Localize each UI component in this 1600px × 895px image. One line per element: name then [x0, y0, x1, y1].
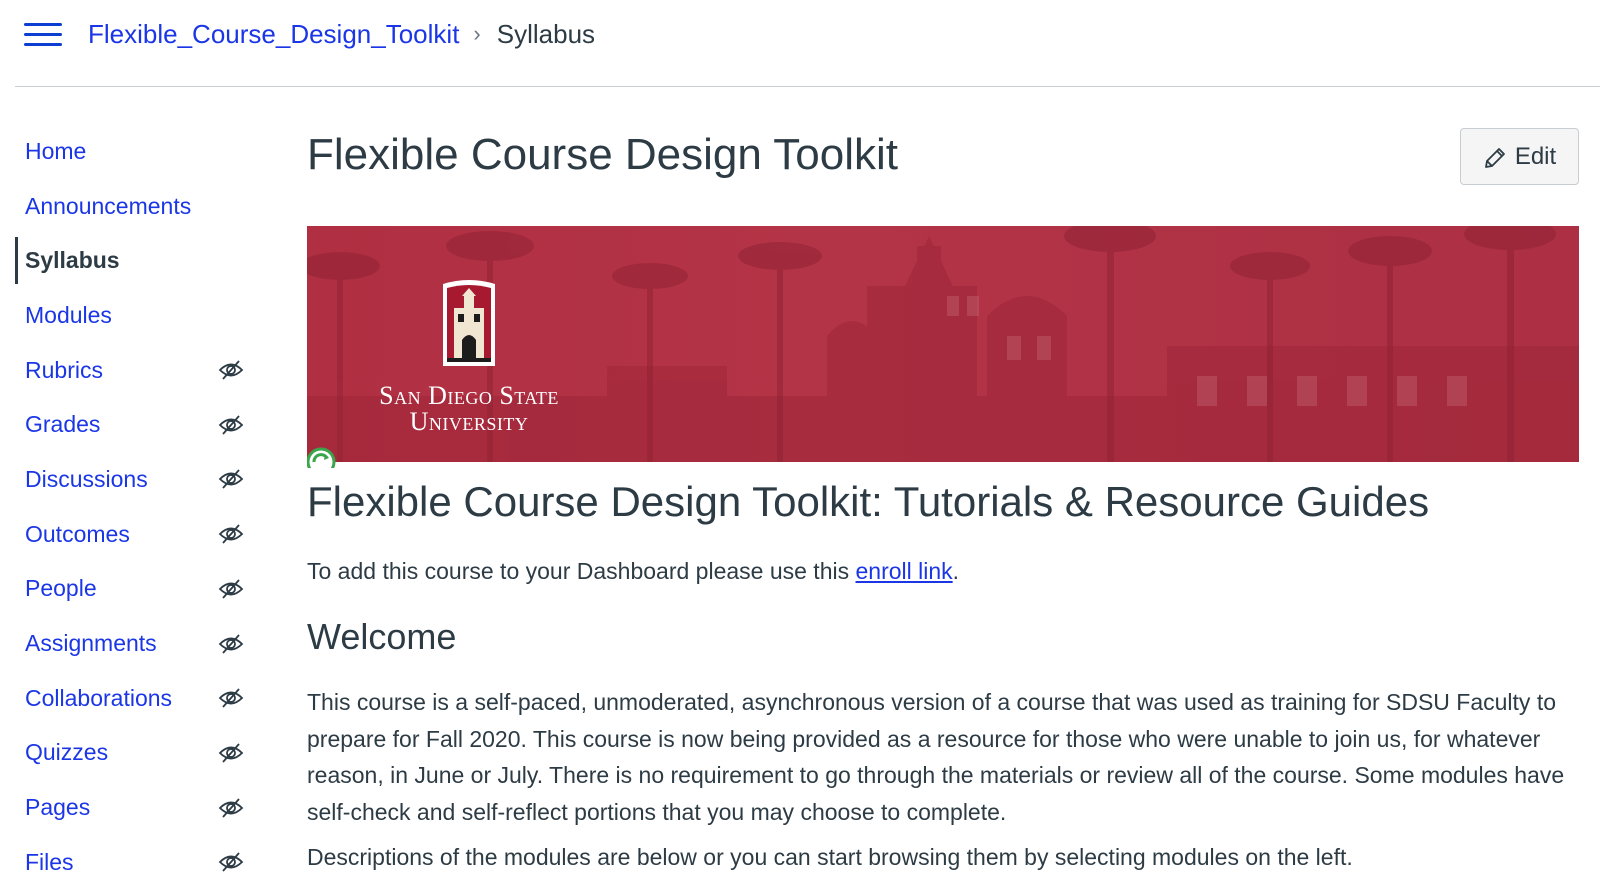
- refresh-icon[interactable]: [307, 446, 337, 468]
- sidebar-item-files[interactable]: Files: [0, 835, 260, 890]
- sidebar-item-home[interactable]: Home: [0, 124, 260, 179]
- sidebar-item-label: Modules: [25, 301, 112, 328]
- page-title: Flexible Course Design Toolkit: [307, 130, 899, 179]
- eye-slash-icon: [218, 358, 244, 382]
- sidebar-item-discussions[interactable]: Discussions: [0, 452, 260, 507]
- sidebar-item-label: People: [25, 575, 97, 602]
- hamburger-menu-icon[interactable]: [24, 20, 62, 48]
- eye-slash-icon: [218, 741, 244, 765]
- sidebar-item-collaborations[interactable]: Collaborations: [0, 671, 260, 726]
- welcome-paragraph: This course is a self-paced, unmoderated…: [307, 689, 1565, 825]
- sidebar-item-pages[interactable]: Pages: [0, 780, 260, 835]
- sidebar-item-grades[interactable]: Grades: [0, 397, 260, 452]
- breadcrumb-current: Syllabus: [496, 18, 596, 49]
- university-name-line1: San Diego State: [379, 381, 559, 410]
- breadcrumb: Flexible_Course_Design_Toolkit › Syllabu…: [88, 16, 595, 52]
- sidebar-item-syllabus[interactable]: Syllabus: [0, 233, 260, 288]
- sidebar-item-label: Assignments: [25, 630, 157, 657]
- eye-slash-icon: [218, 850, 244, 874]
- header-divider: [15, 86, 1600, 87]
- course-navigation: Home Announcements Syllabus Modules Rubrics G…: [0, 124, 260, 890]
- top-bar: Flexible_Course_Design_Toolkit › Syllabu…: [0, 0, 1600, 86]
- eye-slash-icon: [218, 522, 244, 546]
- sidebar-item-modules[interactable]: Modules: [0, 288, 260, 343]
- sidebar-item-label: Announcements: [25, 192, 192, 219]
- welcome-heading: Welcome: [307, 616, 457, 657]
- enroll-link[interactable]: enroll link: [856, 558, 953, 584]
- edit-button[interactable]: Edit: [1460, 128, 1579, 185]
- sidebar-item-label: Outcomes: [25, 520, 130, 547]
- descriptions-paragraph: Descriptions of the modules are below or…: [307, 844, 1353, 870]
- sidebar-item-assignments[interactable]: Assignments: [0, 616, 260, 671]
- pencil-icon: [1484, 147, 1505, 168]
- sdsu-shield-icon: [443, 280, 495, 366]
- sidebar-item-outcomes[interactable]: Outcomes: [0, 507, 260, 562]
- sidebar-item-label: Syllabus: [25, 247, 120, 274]
- sidebar-item-label: Home: [25, 137, 87, 164]
- course-banner-image: San Diego State University: [307, 226, 1579, 462]
- sdsu-logo: San Diego State University: [359, 278, 579, 435]
- sidebar-item-quizzes[interactable]: Quizzes: [0, 726, 260, 781]
- breadcrumb-course-link[interactable]: Flexible_Course_Design_Toolkit: [88, 19, 459, 50]
- enroll-text-before: To add this course to your Dashboard ple…: [307, 558, 856, 584]
- enroll-text-after: .: [952, 558, 960, 584]
- enroll-paragraph: To add this course to your Dashboard ple…: [307, 558, 959, 585]
- edit-button-label: Edit: [1514, 142, 1557, 170]
- sidebar-item-label: Grades: [25, 411, 101, 438]
- sidebar-item-label: Rubrics: [25, 356, 103, 383]
- sidebar-item-label: Quizzes: [25, 739, 109, 766]
- sidebar-item-label: Pages: [25, 794, 91, 821]
- eye-slash-icon: [218, 686, 244, 710]
- eye-slash-icon: [218, 632, 244, 656]
- sidebar-item-people[interactable]: People: [0, 562, 260, 617]
- sidebar-item-label: Files: [25, 848, 74, 875]
- sidebar-item-label: Discussions: [25, 465, 148, 492]
- university-name-line2: University: [409, 407, 529, 436]
- breadcrumb-separator-icon: ›: [473, 21, 481, 46]
- sidebar-item-label: Collaborations: [25, 684, 173, 711]
- sidebar-item-announcements[interactable]: Announcements: [0, 179, 260, 234]
- sidebar-item-rubrics[interactable]: Rubrics: [0, 343, 260, 398]
- eye-slash-icon: [218, 467, 244, 491]
- eye-slash-icon: [218, 577, 244, 601]
- content-heading: Flexible Course Design Toolkit: Tutorial…: [307, 478, 1430, 525]
- eye-slash-icon: [218, 413, 244, 437]
- eye-slash-icon: [218, 796, 244, 820]
